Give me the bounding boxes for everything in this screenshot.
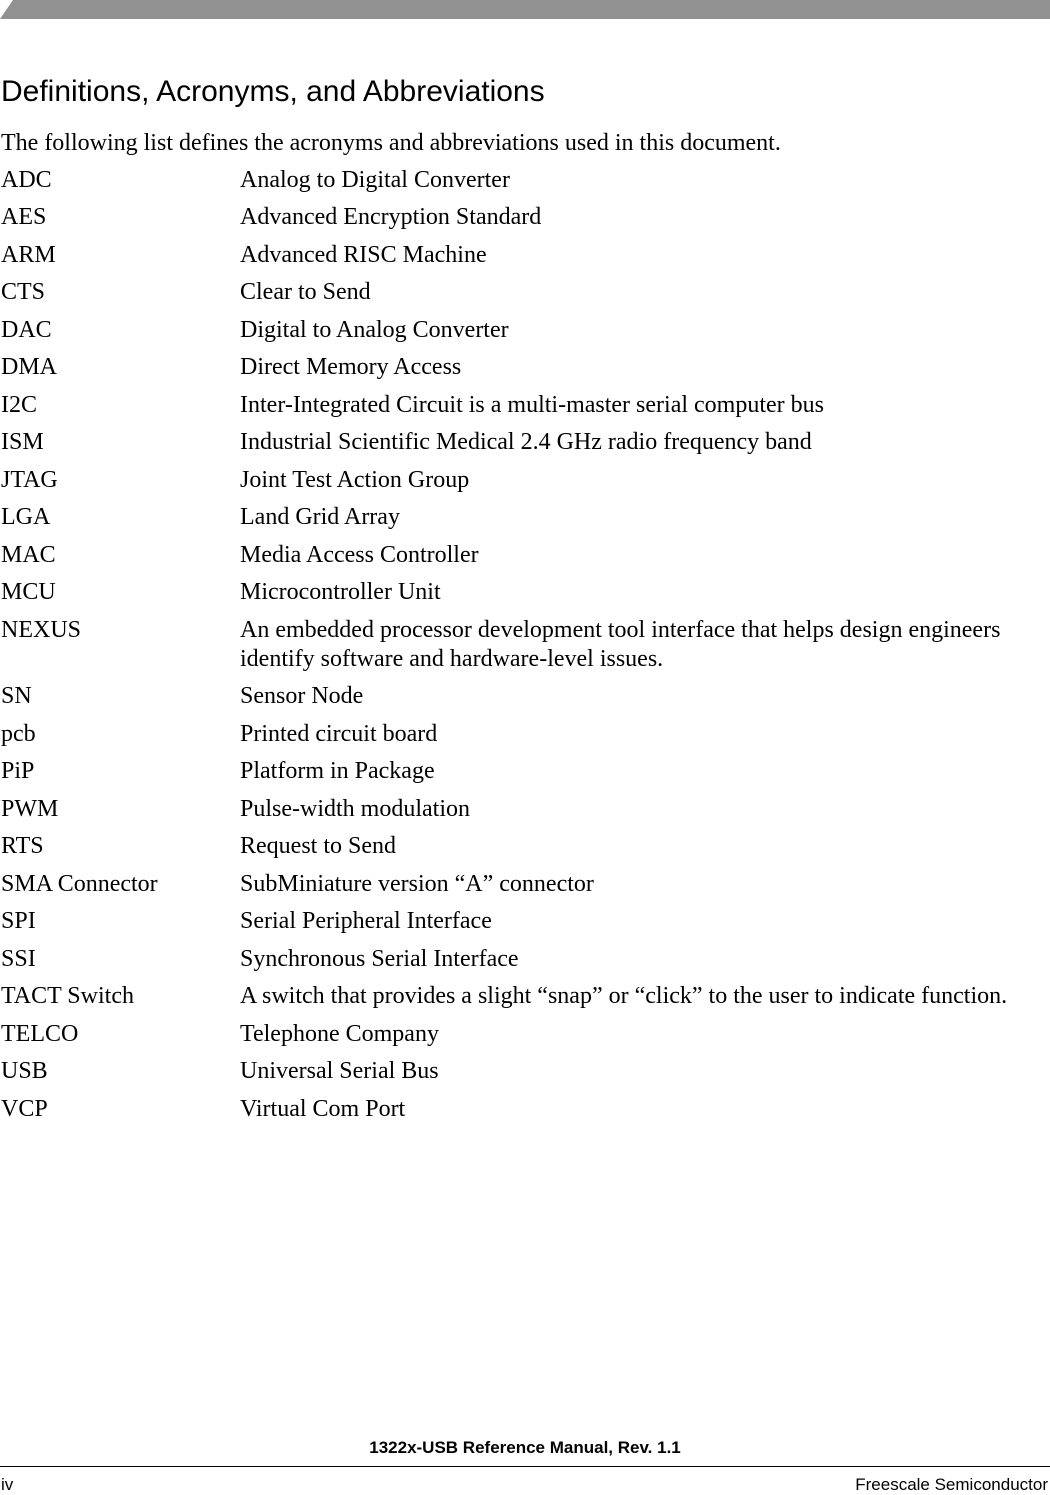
glossary-term: SPI [1,908,36,934]
glossary-term: NEXUS [1,617,82,643]
glossary-term: ARM [1,242,56,268]
glossary-definition: Serial Peripheral Interface [240,908,492,934]
glossary-term: pcb [1,721,36,747]
glossary-definition: Inter-Integrated Circuit is a multi-mast… [240,392,824,418]
glossary-definition: Advanced RISC Machine [240,242,487,268]
glossary-definition: Analog to Digital Converter [240,167,510,193]
page-header-bar [0,0,1050,19]
glossary-definition: Sensor Node [240,683,364,709]
glossary-term: CTS [1,279,46,305]
glossary-definition: Microcontroller Unit [240,579,441,605]
glossary-term: PWM [1,796,59,822]
glossary-term: USB [1,1058,48,1084]
glossary-term: SN [1,683,32,709]
glossary-definition: Industrial Scientific Medical 2.4 GHz ra… [240,429,812,455]
glossary-definition: Digital to Analog Converter [240,317,509,343]
glossary-definition: A switch that provides a slight “snap” o… [240,983,1008,1009]
glossary-term: AES [1,204,47,230]
glossary-term: ISM [1,429,44,455]
glossary-term: I2C [1,392,37,418]
glossary-term: MAC [1,542,56,568]
footer-company: Freescale Semiconductor [855,1475,1048,1494]
glossary-term: ADC [1,167,52,193]
glossary-definition: Joint Test Action Group [240,467,470,493]
glossary-term: VCP [1,1096,48,1122]
footer-page-number: iv [1,1475,14,1494]
glossary-term: TACT Switch [1,983,134,1009]
page-title: Definitions, Acronyms, and Abbreviations [1,75,545,108]
glossary-definition: Pulse-width modulation [240,796,470,822]
glossary-term: DMA [1,354,58,380]
glossary-definition: Platform in Package [240,758,435,784]
glossary-definition: Clear to Send [240,279,371,305]
glossary-definition: SubMiniature version “A” connector [240,871,594,897]
glossary-term: TELCO [1,1021,79,1047]
footer-divider [0,1466,1050,1467]
glossary-definition: Printed circuit board [240,721,438,747]
glossary-definition: Direct Memory Access [240,354,462,380]
intro-paragraph: The following list defines the acronyms … [1,130,781,156]
glossary-term: DAC [1,317,52,343]
glossary-definition: Telephone Company [240,1021,439,1047]
glossary-definition: Advanced Encryption Standard [240,204,542,230]
footer-document-title: 1322x-USB Reference Manual, Rev. 1.1 [369,1438,681,1457]
glossary-definition: An embedded processor development tool i… [240,617,1001,672]
glossary-term: RTS [1,833,44,859]
glossary-term: SMA Connector [1,871,158,897]
glossary-definition: Virtual Com Port [240,1096,406,1122]
glossary-definition: Universal Serial Bus [240,1058,439,1084]
glossary-definition: Land Grid Array [240,504,400,530]
glossary-term: SSI [1,946,36,972]
glossary-definition: Synchronous Serial Interface [240,946,519,972]
glossary-term: PiP [1,758,35,784]
glossary-definition: Request to Send [240,833,396,859]
glossary-term: LGA [1,504,51,530]
glossary-term: JTAG [1,467,58,493]
glossary-term: MCU [1,579,56,605]
glossary-definition: Media Access Controller [240,542,479,568]
